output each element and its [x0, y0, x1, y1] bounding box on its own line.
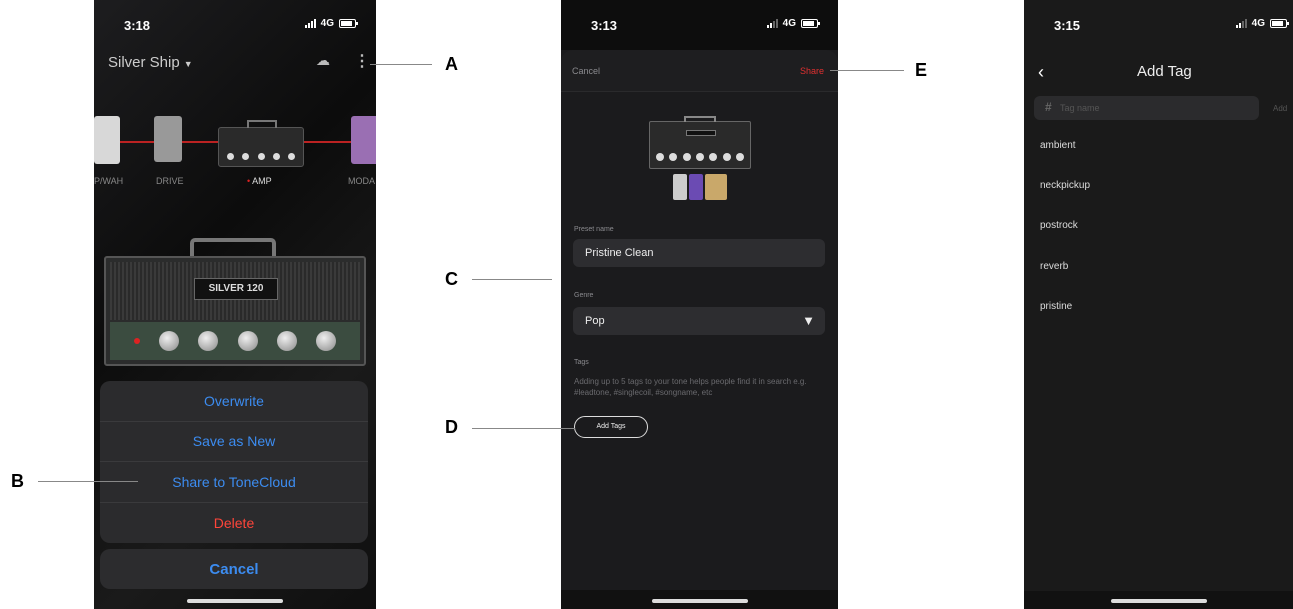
- callout-a: A: [445, 54, 458, 74]
- screen-share-preset: 3:13 4G Cancel Share Preset name Pristin…: [561, 0, 838, 609]
- tag-name-input[interactable]: [1060, 100, 1250, 116]
- cancel-button[interactable]: Cancel: [100, 549, 368, 589]
- preset-name-label: Preset name: [574, 226, 614, 233]
- active-dot-icon: •: [247, 176, 251, 186]
- status-time: 3:13: [591, 18, 618, 33]
- preset-title: Silver Ship: [108, 54, 180, 71]
- tag-suggestion[interactable]: ambient: [1040, 140, 1076, 151]
- amp-control-panel: [110, 322, 360, 360]
- chain-label-mod: MODA: [348, 176, 375, 186]
- treble-knob[interactable]: [276, 331, 297, 351]
- page-title: Add Tag: [1137, 63, 1192, 80]
- tag-suggestion[interactable]: reverb: [1040, 261, 1068, 272]
- action-sheet: Overwrite Save as New Share to ToneCloud…: [100, 381, 368, 543]
- callout-d: D: [445, 417, 458, 437]
- more-vertical-icon[interactable]: ⋮: [354, 51, 370, 71]
- amp-logo: SILVER 120: [194, 278, 278, 300]
- share-to-tonecloud-button[interactable]: Share to ToneCloud: [100, 462, 368, 503]
- status-right: 4G: [304, 18, 358, 29]
- pedal-thumbnail: [705, 174, 727, 200]
- status-time: 3:18: [124, 18, 151, 33]
- battery-icon: [801, 19, 820, 28]
- home-indicator[interactable]: [1110, 599, 1207, 603]
- home-indicator[interactable]: [187, 599, 283, 603]
- chain-label-drive: DRIVE: [156, 176, 184, 186]
- screen-add-tag: 3:15 4G ‹ Add Tag # Add ambient neckpick…: [1024, 0, 1293, 609]
- modal-nav-bar: [561, 50, 838, 92]
- status-right: 4G: [1235, 18, 1289, 29]
- cancel-link[interactable]: Cancel: [572, 66, 600, 76]
- tags-label: Tags: [574, 359, 589, 366]
- callout-c: C: [445, 269, 458, 289]
- signal-icon: [304, 19, 316, 28]
- amp-head-image: SILVER 120: [104, 256, 366, 366]
- back-chevron-icon[interactable]: ‹: [1038, 62, 1044, 83]
- pedal-thumbnail: [689, 174, 703, 200]
- status-bar: 3:18 4G: [94, 0, 376, 40]
- amp-thumbnail: [649, 116, 751, 169]
- cloud-sync-icon[interactable]: ☁: [316, 52, 330, 69]
- tags-help-text: Adding up to 5 tags to your tone helps p…: [574, 377, 807, 397]
- network-label: 4G: [320, 18, 334, 29]
- network-label: 4G: [1251, 18, 1265, 29]
- dropdown-triangle-icon: ▼: [802, 313, 815, 328]
- chain-label-wah: P/WAH: [94, 176, 124, 186]
- callout-e: E: [915, 60, 928, 80]
- status-bar: 3:15 4G: [1024, 0, 1293, 40]
- chevron-down-icon: ▼: [183, 59, 193, 69]
- screen-preset-actions: 3:18 4G Silver Ship ▼ ☁ ⋮ P/WAH DRIVE • AM…: [94, 0, 376, 609]
- middle-knob[interactable]: [237, 331, 258, 351]
- callout-b: B: [11, 471, 24, 491]
- genre-value: Pop: [585, 315, 605, 327]
- tag-suggestion[interactable]: neckpickup: [1040, 180, 1090, 191]
- overwrite-button[interactable]: Overwrite: [100, 381, 368, 422]
- home-indicator[interactable]: [651, 599, 748, 603]
- callout-line-d: [472, 428, 575, 429]
- wah-pedal[interactable]: [94, 116, 120, 164]
- callout-line-c: [472, 279, 552, 280]
- add-tags-button[interactable]: Add Tags: [574, 416, 648, 438]
- callout-line-b: [38, 481, 138, 482]
- share-link[interactable]: Share: [800, 66, 824, 76]
- status-right: 4G: [766, 18, 820, 29]
- hashtag-icon: #: [1045, 100, 1052, 114]
- preset-name-field[interactable]: Pristine Clean: [573, 239, 825, 267]
- battery-icon: [339, 19, 358, 28]
- genre-label: Genre: [574, 292, 594, 299]
- volume-knob[interactable]: [316, 331, 337, 351]
- bass-knob[interactable]: [198, 331, 219, 351]
- delete-button[interactable]: Delete: [100, 503, 368, 544]
- gain-knob[interactable]: [158, 331, 179, 351]
- status-time: 3:15: [1054, 18, 1081, 33]
- power-led: [133, 338, 140, 344]
- signal-icon: [766, 19, 778, 28]
- pedal-thumbnail: [673, 174, 687, 200]
- genre-select[interactable]: Pop ▼: [573, 307, 825, 335]
- mod-pedal[interactable]: [351, 116, 376, 164]
- tag-suggestion[interactable]: postrock: [1040, 220, 1078, 231]
- battery-icon: [1270, 19, 1289, 28]
- chain-label-amp: • AMP: [247, 176, 272, 186]
- callout-line-e: [830, 70, 904, 71]
- preset-title-dropdown[interactable]: Silver Ship ▼: [108, 54, 193, 71]
- callout-line-a: [370, 64, 432, 65]
- add-tag-button[interactable]: Add: [1273, 104, 1287, 113]
- signal-icon: [1235, 19, 1247, 28]
- status-bar: 3:13 4G: [561, 0, 838, 40]
- network-label: 4G: [782, 18, 796, 29]
- drive-pedal[interactable]: [154, 116, 182, 162]
- save-as-new-button[interactable]: Save as New: [100, 422, 368, 462]
- tag-suggestion[interactable]: pristine: [1040, 301, 1072, 312]
- amp-handle: [190, 238, 276, 258]
- amp-block[interactable]: [218, 120, 304, 167]
